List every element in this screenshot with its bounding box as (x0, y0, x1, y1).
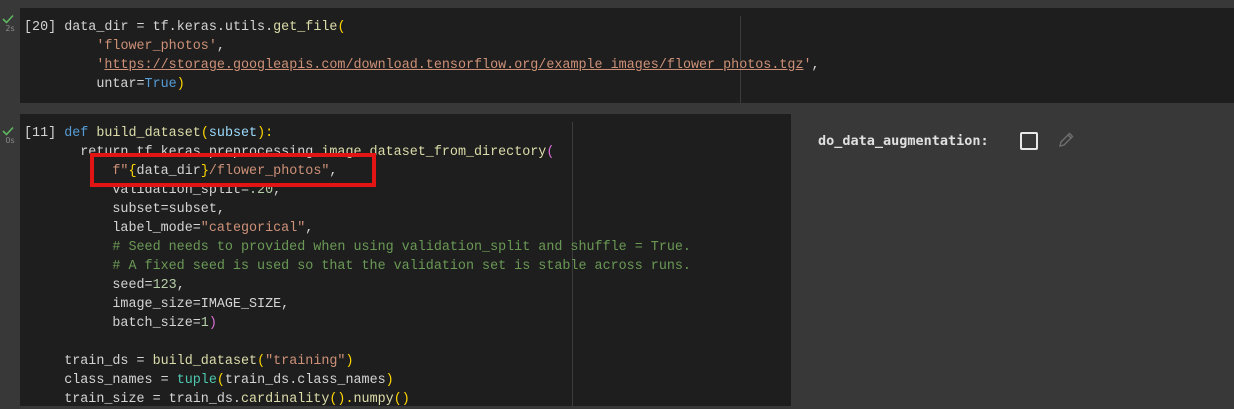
checkmark-icon (2, 14, 14, 24)
code-token: https://storage.googleapis.com/download.… (104, 58, 804, 73)
code-token: subset (208, 126, 258, 141)
code-token: , (216, 39, 225, 54)
code-token: ) (385, 373, 394, 388)
code-token: train_ds = (64, 354, 153, 369)
execution-count: [20] (24, 20, 57, 35)
code-editor[interactable]: [20] data_dir = tf.keras.utils.get_file(… (24, 18, 820, 94)
code-line: subset=subset, (24, 202, 225, 217)
code-token: ( (546, 145, 555, 160)
code-token: ) (208, 316, 217, 331)
code-token: data_dir = tf.keras.utils. (64, 20, 274, 35)
code-token: build_dataset (96, 126, 201, 141)
code-token: # Seed needs to provided when using vali… (64, 240, 691, 255)
code-line: image_size=IMAGE_SIZE, (24, 297, 289, 312)
param-label: do_data_augmentation: (818, 133, 989, 149)
code-token: 1 (200, 316, 209, 331)
code-cell[interactable]: [20] data_dir = tf.keras.utils.get_file(… (20, 8, 1234, 103)
code-line: train_size = train_ds.cardinality().nump… (24, 392, 410, 407)
code-line: untar=True) (24, 77, 185, 92)
code-token: ( (257, 354, 266, 369)
pencil-icon[interactable] (1056, 130, 1076, 150)
code-token: ' (803, 58, 812, 73)
cell-status: 2s (2, 14, 18, 34)
code-token: class_names = (64, 373, 177, 388)
code-token: ( (216, 373, 225, 388)
execution-duration: 2s (5, 24, 15, 33)
execution-duration: 0s (5, 136, 15, 145)
code-lines: data_dir = tf.keras.utils.get_file( 'flo… (24, 20, 820, 92)
code-token: ): (257, 126, 274, 141)
code-token: numpy (353, 392, 394, 407)
code-token: ' (64, 58, 105, 73)
code-token: "training" (265, 354, 346, 369)
code-line: data_dir = tf.keras.utils.get_file( (64, 20, 345, 35)
code-line: # A fixed seed is used so that the valid… (24, 259, 691, 274)
code-token: ( (337, 20, 346, 35)
code-token: True (144, 77, 177, 92)
code-token: (). (329, 392, 354, 407)
code-line: label_mode="categorical", (24, 221, 313, 236)
code-token: train_size = train_ds. (64, 392, 241, 407)
code-token: ( (200, 126, 209, 141)
code-token: ) (176, 77, 185, 92)
code-token: , (811, 58, 820, 73)
form-panel: do_data_augmentation: (800, 114, 1234, 406)
code-token: tuple (176, 373, 217, 388)
checkmark-icon (2, 126, 14, 136)
code-token: () (393, 392, 410, 407)
code-token: , (176, 278, 185, 293)
code-token: label_mode= (64, 221, 201, 236)
code-token: ) (345, 354, 354, 369)
code-line: 'https://storage.googleapis.com/download… (24, 58, 820, 73)
annotation-highlight-box (90, 153, 376, 187)
param-checkbox[interactable] (1020, 132, 1038, 150)
code-token: 'flower_photos' (96, 39, 217, 54)
code-line: batch_size=1) (24, 316, 217, 331)
code-line: seed=123, (24, 278, 185, 293)
code-token: subset=subset, (64, 202, 225, 217)
code-line: train_ds = build_dataset("training") (24, 354, 354, 369)
code-token: untar= (64, 77, 145, 92)
code-line: def build_dataset(subset): (64, 126, 273, 141)
code-token: batch_size= (64, 316, 201, 331)
code-line: # Seed needs to provided when using vali… (24, 240, 691, 255)
code-token: image_size=IMAGE_SIZE, (64, 297, 290, 312)
code-line: 'flower_photos', (24, 39, 225, 54)
code-token: cardinality (240, 392, 330, 407)
cell-status: 0s (2, 126, 18, 146)
execution-count: [11] (24, 126, 57, 141)
code-token: build_dataset (152, 354, 258, 369)
code-token: # A fixed seed is used so that the valid… (64, 259, 691, 274)
code-token: , (305, 221, 314, 236)
code-token: train_ds.class_names (224, 373, 386, 388)
code-token: 123 (152, 278, 177, 293)
code-token: get_file (273, 20, 338, 35)
code-line: class_names = tuple(train_ds.class_names… (24, 373, 394, 388)
code-token: seed= (64, 278, 153, 293)
code-token: "categorical" (200, 221, 306, 236)
code-token: def (64, 126, 97, 141)
